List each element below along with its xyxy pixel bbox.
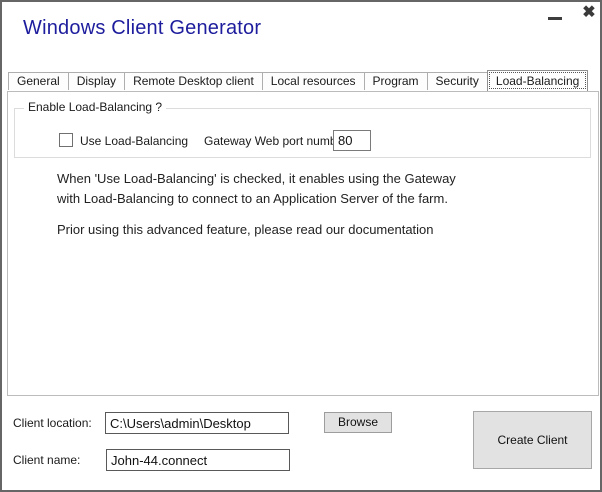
minimize-icon: [548, 17, 562, 20]
close-button[interactable]: ✖: [578, 3, 600, 23]
gateway-port-input[interactable]: [333, 130, 371, 151]
create-client-button[interactable]: Create Client: [473, 411, 592, 469]
client-name-input[interactable]: [106, 449, 290, 471]
windows-client-generator-dialog: Windows Client Generator ✖ General Displ…: [0, 0, 602, 492]
tab-program[interactable]: Program: [364, 72, 428, 90]
page-title: Windows Client Generator: [23, 17, 261, 40]
group-title: Enable Load-Balancing ?: [24, 100, 166, 114]
tab-security[interactable]: Security: [427, 72, 488, 90]
tab-load-balancing[interactable]: Load-Balancing: [487, 70, 588, 91]
client-name-label: Client name:: [13, 453, 80, 467]
enable-load-balancing-group: Enable Load-Balancing ?: [14, 108, 591, 158]
client-location-label: Client location:: [13, 416, 92, 430]
description-line-3: Prior using this advanced feature, pleas…: [57, 222, 434, 237]
gateway-port-label: Gateway Web port number: [204, 134, 347, 148]
client-location-input[interactable]: [105, 412, 289, 434]
tab-local-resources[interactable]: Local resources: [262, 72, 365, 90]
description-line-2: with Load-Balancing to connect to an App…: [57, 191, 448, 206]
tab-bar: General Display Remote Desktop client Lo…: [8, 70, 587, 90]
use-load-balancing-label[interactable]: Use Load-Balancing: [80, 134, 188, 148]
minimize-button[interactable]: [546, 8, 566, 24]
tab-remote-desktop-client[interactable]: Remote Desktop client: [124, 72, 263, 90]
browse-button[interactable]: Browse: [324, 412, 392, 433]
tab-display[interactable]: Display: [68, 72, 125, 90]
use-load-balancing-checkbox[interactable]: [59, 133, 73, 147]
close-icon: ✖: [582, 4, 595, 21]
description-line-1: When 'Use Load-Balancing' is checked, it…: [57, 171, 456, 186]
tab-general[interactable]: General: [8, 72, 69, 90]
